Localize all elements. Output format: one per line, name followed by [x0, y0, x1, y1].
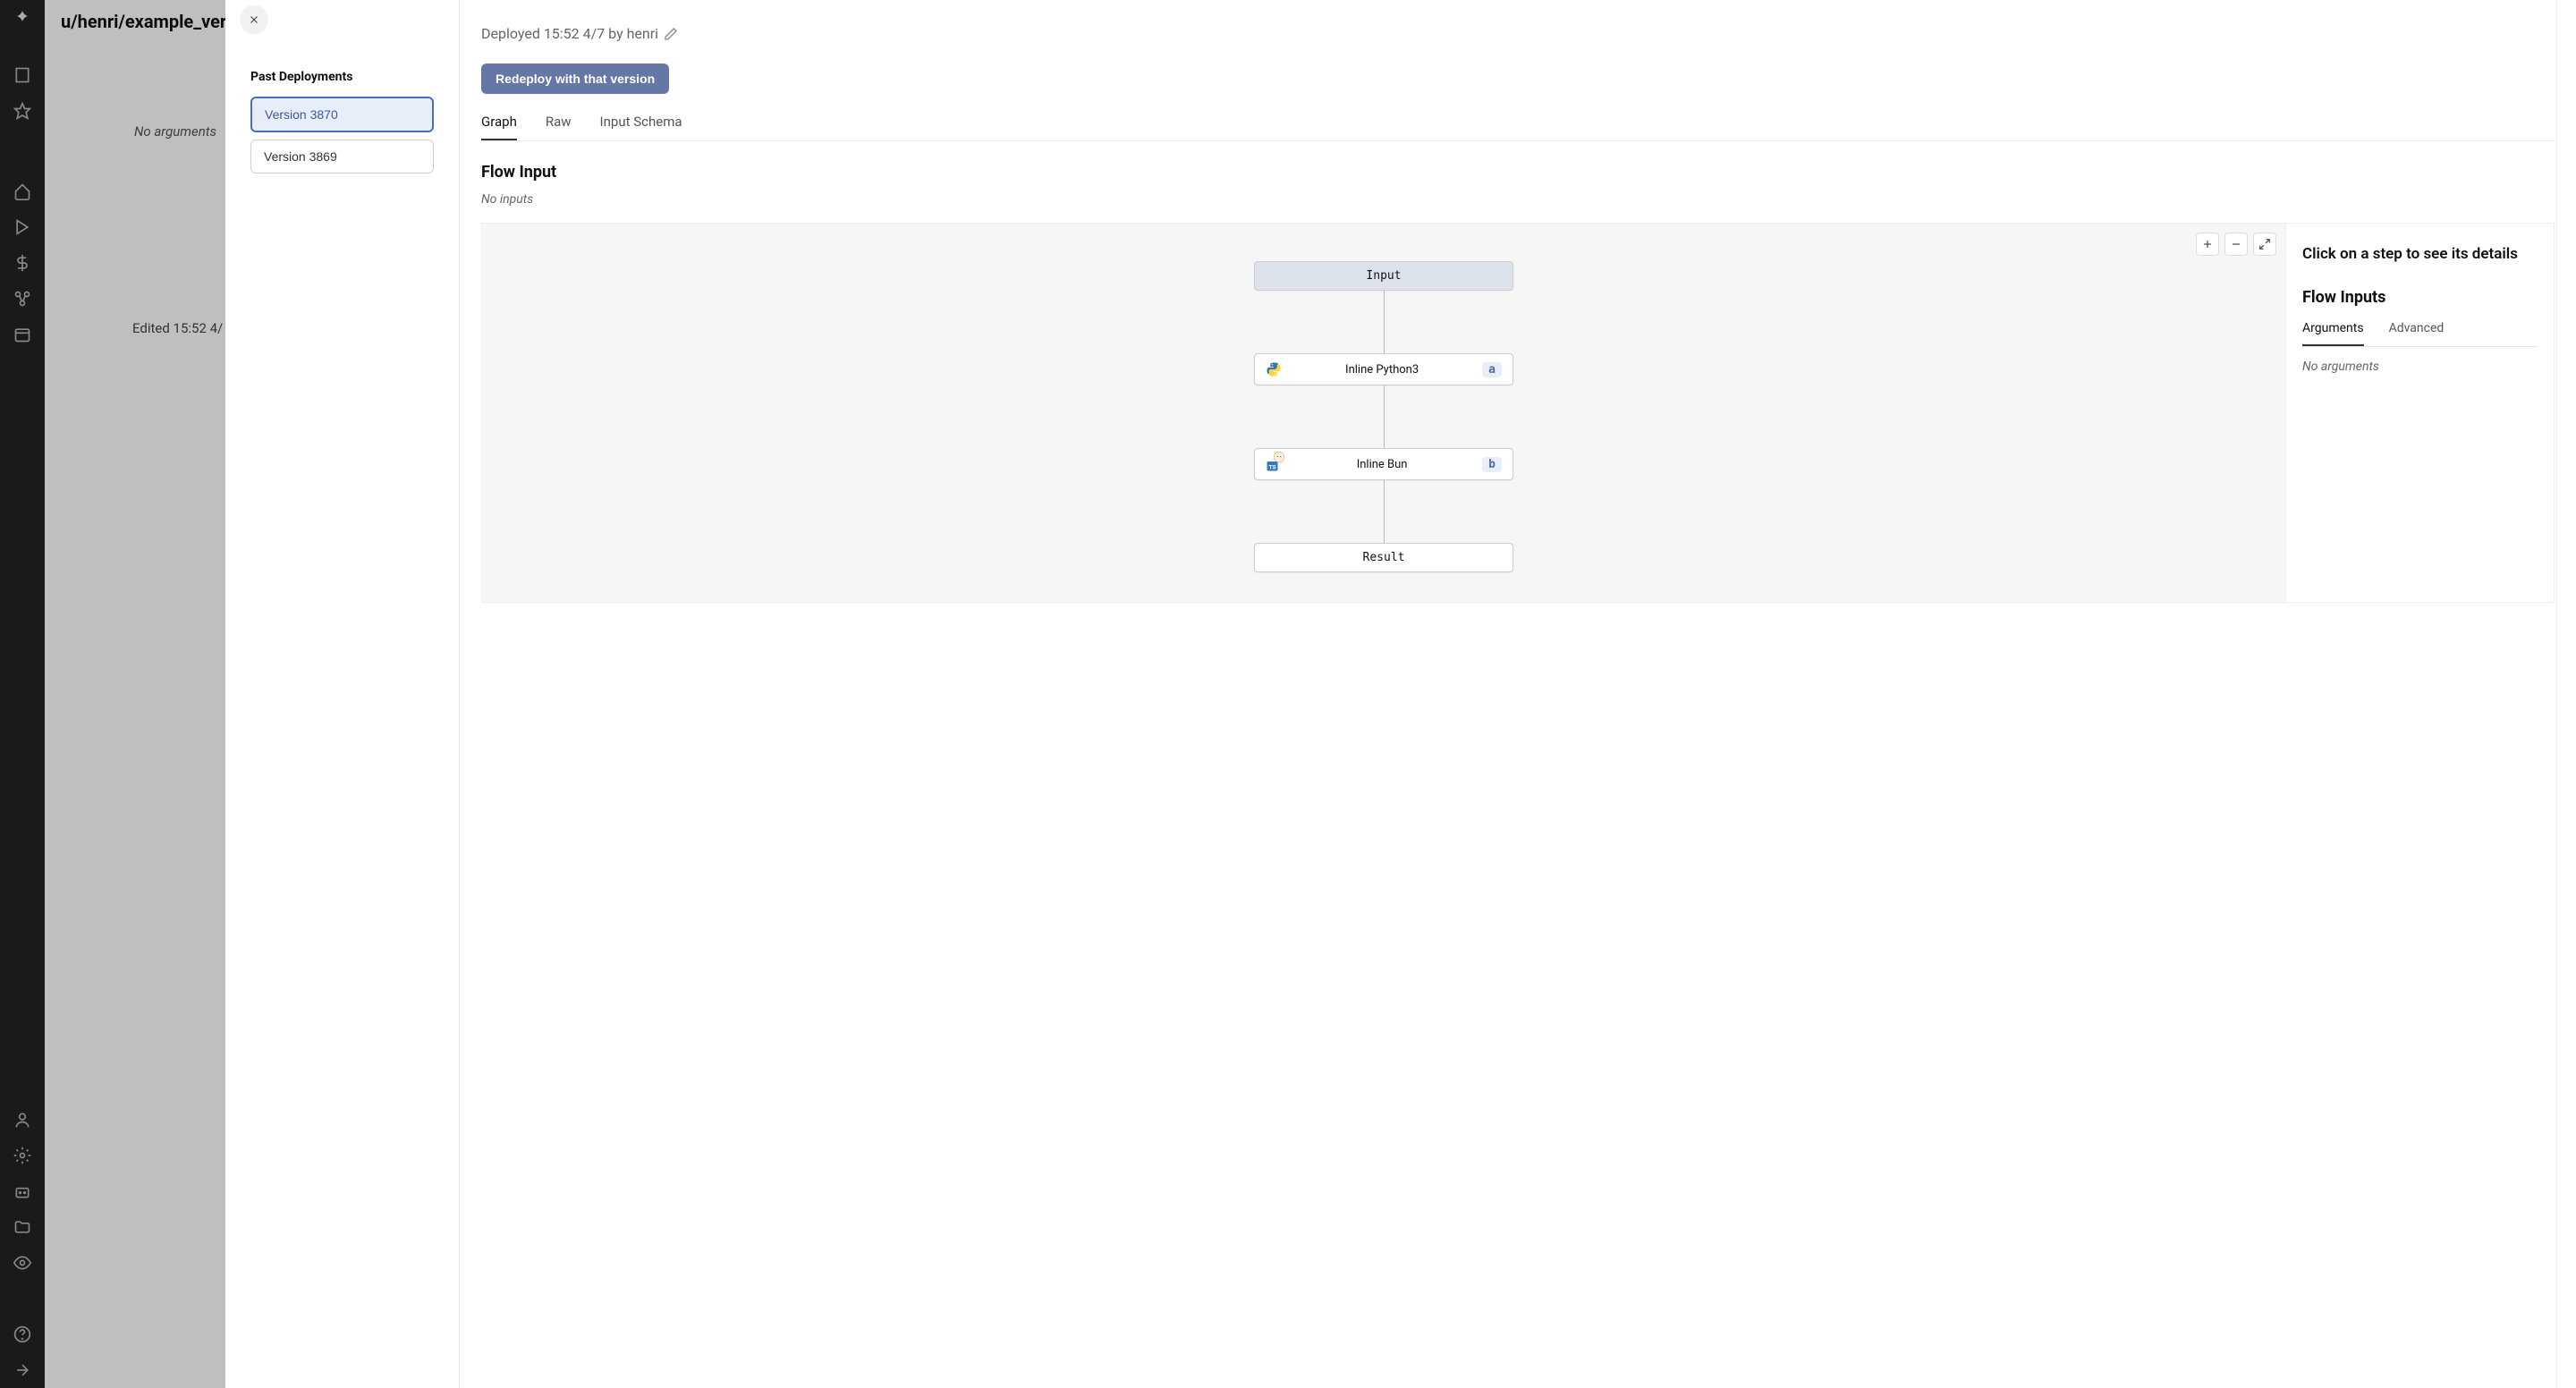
tab-arguments[interactable]: Arguments	[2302, 319, 2364, 346]
past-deployments-title: Past Deployments	[250, 70, 434, 84]
deployed-text: Deployed 15:52 4/7 by henri	[481, 25, 658, 42]
tab-advanced[interactable]: Advanced	[2389, 319, 2445, 346]
graph-canvas[interactable]: Input Inline Python3 a TS	[481, 223, 2286, 603]
detail-tabs: Graph Raw Input Schema	[481, 110, 2555, 141]
step-b-label: Inline Bun	[1282, 458, 1482, 471]
input-node-label: Input	[1366, 269, 1401, 283]
connector	[1384, 480, 1385, 543]
deployment-detail: Deployed 15:52 4/7 by henri Redeploy wit…	[460, 0, 2576, 1388]
app-sidebar	[0, 0, 45, 1388]
folder-icon[interactable]	[13, 1218, 31, 1236]
version-3869-button[interactable]: Version 3869	[250, 140, 434, 174]
flow-inputs-title: Flow Inputs	[2302, 288, 2538, 307]
minus-icon	[2230, 238, 2242, 250]
plus-icon	[2201, 238, 2214, 250]
flow-area: Input Inline Python3 a TS	[481, 223, 2555, 603]
zoom-in-button[interactable]	[2196, 233, 2219, 256]
calendar-icon[interactable]	[13, 326, 31, 343]
no-inputs-text: No inputs	[481, 192, 2555, 207]
tab-graph[interactable]: Graph	[481, 110, 517, 140]
flow-node-step-b[interactable]: TS Inline Bun b	[1254, 448, 1513, 480]
user-icon[interactable]	[13, 1111, 31, 1129]
step-a-badge: a	[1482, 362, 1502, 377]
help-icon[interactable]	[13, 1325, 31, 1343]
arrow-right-icon[interactable]	[13, 1361, 31, 1379]
expand-button[interactable]	[2253, 233, 2276, 256]
play-icon[interactable]	[13, 218, 31, 236]
star-icon[interactable]	[13, 102, 31, 120]
tab-input-schema[interactable]: Input Schema	[600, 110, 682, 140]
close-button[interactable]	[240, 5, 268, 34]
flow-node-input[interactable]: Input	[1254, 261, 1513, 291]
connector	[1384, 291, 1385, 353]
tab-raw[interactable]: Raw	[546, 110, 572, 140]
inner-tabs: Arguments Advanced	[2302, 319, 2538, 347]
past-deployments-panel: Past Deployments Version 3870 Version 38…	[225, 0, 460, 1388]
flow-node-step-a[interactable]: Inline Python3 a	[1254, 353, 1513, 385]
deployed-info: Deployed 15:52 4/7 by henri	[481, 25, 2555, 42]
deployment-drawer: Past Deployments Version 3870 Version 38…	[225, 0, 2576, 1388]
no-arguments-text: No arguments	[2302, 360, 2538, 374]
redeploy-button[interactable]: Redeploy with that version	[481, 63, 669, 94]
close-icon	[248, 13, 260, 26]
version-3870-button[interactable]: Version 3870	[250, 97, 434, 132]
home-icon[interactable]	[13, 182, 31, 200]
connector	[1384, 385, 1385, 448]
pencil-icon[interactable]	[664, 27, 678, 41]
zoom-out-button[interactable]	[2224, 233, 2248, 256]
logo-icon[interactable]	[12, 9, 33, 30]
detail-panel-title: Click on a step to see its details	[2302, 245, 2538, 263]
bot-icon[interactable]	[13, 1182, 31, 1200]
gear-icon[interactable]	[13, 1147, 31, 1164]
dollar-icon[interactable]	[13, 254, 31, 272]
flow-input-title: Flow Input	[481, 163, 2555, 182]
step-a-label: Inline Python3	[1282, 363, 1482, 377]
result-node-label: Result	[1363, 551, 1405, 564]
expand-icon	[2258, 238, 2271, 250]
eye-icon[interactable]	[13, 1254, 31, 1272]
nodes-icon[interactable]	[13, 290, 31, 308]
flow-nodes: Input Inline Python3 a TS	[1254, 261, 1513, 572]
bun-ts-icon: TS	[1266, 456, 1282, 472]
flow-node-result[interactable]: Result	[1254, 543, 1513, 572]
svg-text:TS: TS	[1268, 463, 1275, 470]
step-detail-panel: Click on a step to see its details Flow …	[2286, 223, 2555, 603]
building-icon[interactable]	[13, 66, 31, 84]
step-b-badge: b	[1482, 457, 1502, 472]
drawer-edge	[2556, 0, 2576, 1388]
python-icon	[1266, 361, 1282, 377]
